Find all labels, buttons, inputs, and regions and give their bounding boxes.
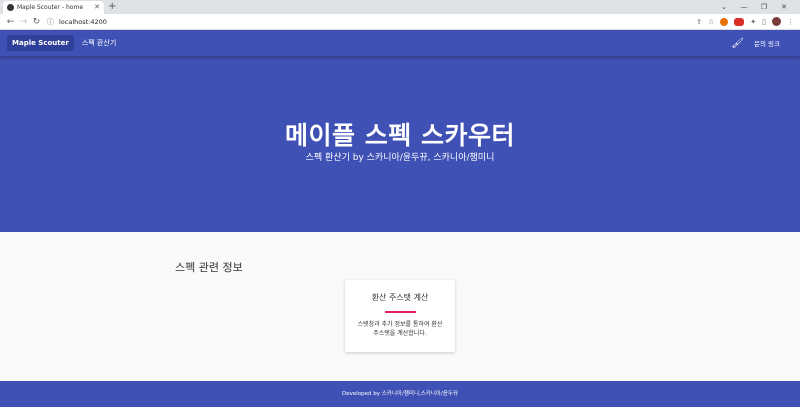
extension-orange-icon[interactable] [720,17,729,26]
reload-icon[interactable]: ↻ [30,17,43,27]
browser-tab-bar: Maple Scouter - home ✕ + ⌄ — ❐ ✕ [0,0,800,14]
browser-toolbar: ← → ↻ ⓘ localhost:4200 ⇪ ☆ ✦ ▯ ⋮ [0,14,800,30]
theme-paint-icon[interactable]: 🖌 [731,38,744,49]
address-bar[interactable]: ⓘ localhost:4200 [47,16,696,28]
new-tab-icon[interactable]: + [108,1,116,13]
hero-title: 메이플 스펙 스카우터 [285,121,515,150]
footer: Developed by 스카니아/챔미니,스카니아/윤두뀨 [0,381,800,407]
brand-button[interactable]: Maple Scouter [7,35,74,51]
navbar-right: 🖌 문의 링크 [731,38,793,49]
tab-title: Maple Scouter - home [17,4,84,11]
card-title: 환산 주스탯 계산 [371,293,429,302]
more-menu-icon[interactable]: ⋮ [787,18,794,26]
tab-search-icon[interactable]: ⌄ [714,3,734,11]
bookmark-star-icon[interactable]: ☆ [708,18,714,26]
profile-avatar[interactable] [772,17,781,26]
section-title: 스펙 관련 정보 [175,261,243,274]
minimize-icon[interactable]: — [734,3,754,11]
site-info-icon[interactable]: ⓘ [47,17,54,27]
footer-text: Developed by 스카니아/챔미니,스카니아/윤두뀨 [341,391,459,397]
toolbar-actions: ⇪ ☆ ✦ ▯ ⋮ [696,17,794,26]
nav-link-calculator[interactable]: 스펙 환산기 [82,38,116,48]
browser-tab[interactable]: Maple Scouter - home ✕ [3,1,104,14]
forward-icon[interactable]: → [17,17,30,27]
extensions-puzzle-icon[interactable]: ✦ [750,18,756,26]
side-panel-icon[interactable]: ▯ [762,18,766,26]
app-navbar: Maple Scouter 스펙 환산기 🖌 문의 링크 [0,30,800,56]
close-window-icon[interactable]: ✕ [774,3,794,11]
card-description: 스탯창과 추가 정보를 통하여 환산 주스탯을 계산합니다. [357,321,443,337]
restore-icon[interactable]: ❐ [754,3,774,11]
close-tab-icon[interactable]: ✕ [94,4,100,11]
extension-red-icon[interactable] [734,17,745,26]
card-accent-bar [384,311,416,313]
url-text: localhost:4200 [59,17,107,26]
angular-favicon-icon [7,4,14,11]
hero-banner: 메이플 스펙 스카우터 스펙 환산기 by 스카니아/윤두뀨, 스카니아/챔미니 [0,56,800,232]
window-controls: ⌄ — ❐ ✕ [714,0,794,14]
back-icon[interactable]: ← [4,17,17,27]
contact-link[interactable]: 문의 링크 [754,38,780,48]
share-icon[interactable]: ⇪ [696,18,702,26]
hero-subtitle: 스펙 환산기 by 스카니아/윤두뀨, 스카니아/챔미니 [305,153,495,163]
stat-calc-card[interactable]: 환산 주스탯 계산 스탯창과 추가 정보를 통하여 환산 주스탯을 계산합니다. [345,280,455,352]
